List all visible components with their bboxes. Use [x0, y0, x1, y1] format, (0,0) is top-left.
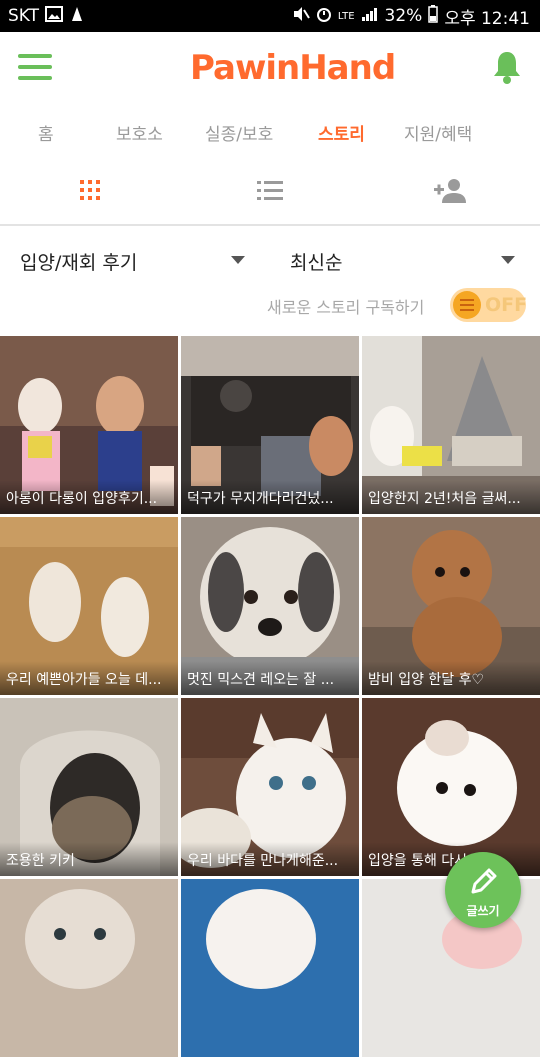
- network-type: LTE: [337, 10, 355, 22]
- story-caption-bg: 아롱이 다롱이 입양후기...: [0, 480, 178, 514]
- story-tile[interactable]: [181, 879, 359, 1057]
- category-dropdown[interactable]: 입양/재회 후기: [20, 248, 137, 275]
- status-bar: SKT LTE 32% 오후 12:41: [0, 0, 540, 32]
- tab-missing[interactable]: 실종/보호: [205, 120, 273, 145]
- toggle-state-label: OFF: [485, 294, 528, 316]
- hamburger-menu-button[interactable]: [18, 54, 54, 82]
- story-caption-bg: 우리 바다를 만나게해준...: [181, 842, 359, 876]
- write-post-button[interactable]: 글쓰기: [445, 852, 521, 928]
- story-caption: 입양한지 2년!처음 글써...: [368, 491, 521, 507]
- tab-shelter[interactable]: 보호소: [116, 120, 163, 145]
- signal-icon: [361, 6, 379, 27]
- story-photo: [181, 879, 359, 1057]
- mute-icon: [292, 6, 310, 27]
- subscribe-toggle[interactable]: OFF: [450, 288, 528, 322]
- story-tile[interactable]: 입양한지 2년!처음 글써...: [362, 336, 540, 514]
- story-photo: [0, 879, 178, 1057]
- story-tile[interactable]: 우리 바다를 만나게해준...: [181, 698, 359, 876]
- story-tile[interactable]: 밤비 입양 한달 후♡: [362, 517, 540, 695]
- carrier-label: SKT: [8, 6, 40, 26]
- sort-dropdown[interactable]: 최신순: [290, 248, 342, 275]
- app-header: PawinHand: [0, 32, 540, 104]
- main-nav-tabs: 홈 보호소 실종/보호 스토리 지원/혜택: [0, 104, 540, 162]
- story-tile[interactable]: 입양을 통해 다시 찾은...: [362, 698, 540, 876]
- story-caption-bg: 밤비 입양 한달 후♡: [362, 661, 540, 695]
- story-caption: 아롱이 다롱이 입양후기...: [6, 491, 158, 507]
- view-mode-bar: [0, 162, 540, 226]
- story-caption: 밤비 입양 한달 후♡: [368, 672, 485, 688]
- subscribe-label: 새로운 스토리 구독하기: [267, 298, 425, 317]
- tab-story[interactable]: 스토리: [318, 120, 365, 145]
- story-caption: 멋진 믹스견 레오는 잘 ...: [187, 672, 335, 688]
- story-caption: 우리 예쁜아가들 오늘 데...: [6, 672, 162, 688]
- notification-icon: [69, 5, 85, 28]
- clock: 오후 12:41: [444, 8, 530, 29]
- sort-chevron-down-icon[interactable]: [501, 256, 515, 264]
- story-caption: 덕구가 무지개다리건넜...: [187, 491, 334, 507]
- notification-bell-icon[interactable]: [492, 50, 522, 84]
- app-logo: PawinHand: [190, 48, 396, 88]
- story-tile[interactable]: 우리 예쁜아가들 오늘 데...: [0, 517, 178, 695]
- story-caption: 우리 바다를 만나게해준...: [187, 853, 339, 869]
- grid-view-icon[interactable]: [78, 178, 118, 208]
- story-caption-bg: 멋진 믹스견 레오는 잘 ...: [181, 661, 359, 695]
- tab-support[interactable]: 지원/혜택: [404, 120, 472, 145]
- story-tile[interactable]: 조용한 키키: [0, 698, 178, 876]
- story-tile[interactable]: 아롱이 다롱이 입양후기...: [0, 336, 178, 514]
- tab-home[interactable]: 홈: [38, 120, 54, 145]
- story-tile[interactable]: 멋진 믹스견 레오는 잘 ...: [181, 517, 359, 695]
- category-chevron-down-icon[interactable]: [231, 256, 245, 264]
- story-caption: 조용한 키키: [6, 853, 75, 869]
- battery-percent: 32%: [384, 6, 423, 26]
- story-caption-bg: 조용한 키키: [0, 842, 178, 876]
- pencil-icon: [471, 868, 497, 894]
- toggle-knob-icon: [453, 291, 481, 319]
- story-caption-bg: 우리 예쁜아가들 오늘 데...: [0, 661, 178, 695]
- story-caption-bg: 덕구가 무지개다리건넜...: [181, 480, 359, 514]
- story-tile[interactable]: 덕구가 무지개다리건넜...: [181, 336, 359, 514]
- battery-icon: [428, 4, 439, 28]
- write-post-label: 글쓰기: [466, 904, 500, 918]
- list-view-icon[interactable]: [256, 178, 296, 208]
- add-person-icon[interactable]: [434, 178, 474, 208]
- alarm-icon: [316, 6, 332, 27]
- subscribe-row: 새로운 스토리 구독하기 OFF: [0, 286, 540, 326]
- story-tile[interactable]: [0, 879, 178, 1057]
- gallery-icon: [45, 5, 64, 27]
- story-caption-bg: 입양한지 2년!처음 글써...: [362, 480, 540, 514]
